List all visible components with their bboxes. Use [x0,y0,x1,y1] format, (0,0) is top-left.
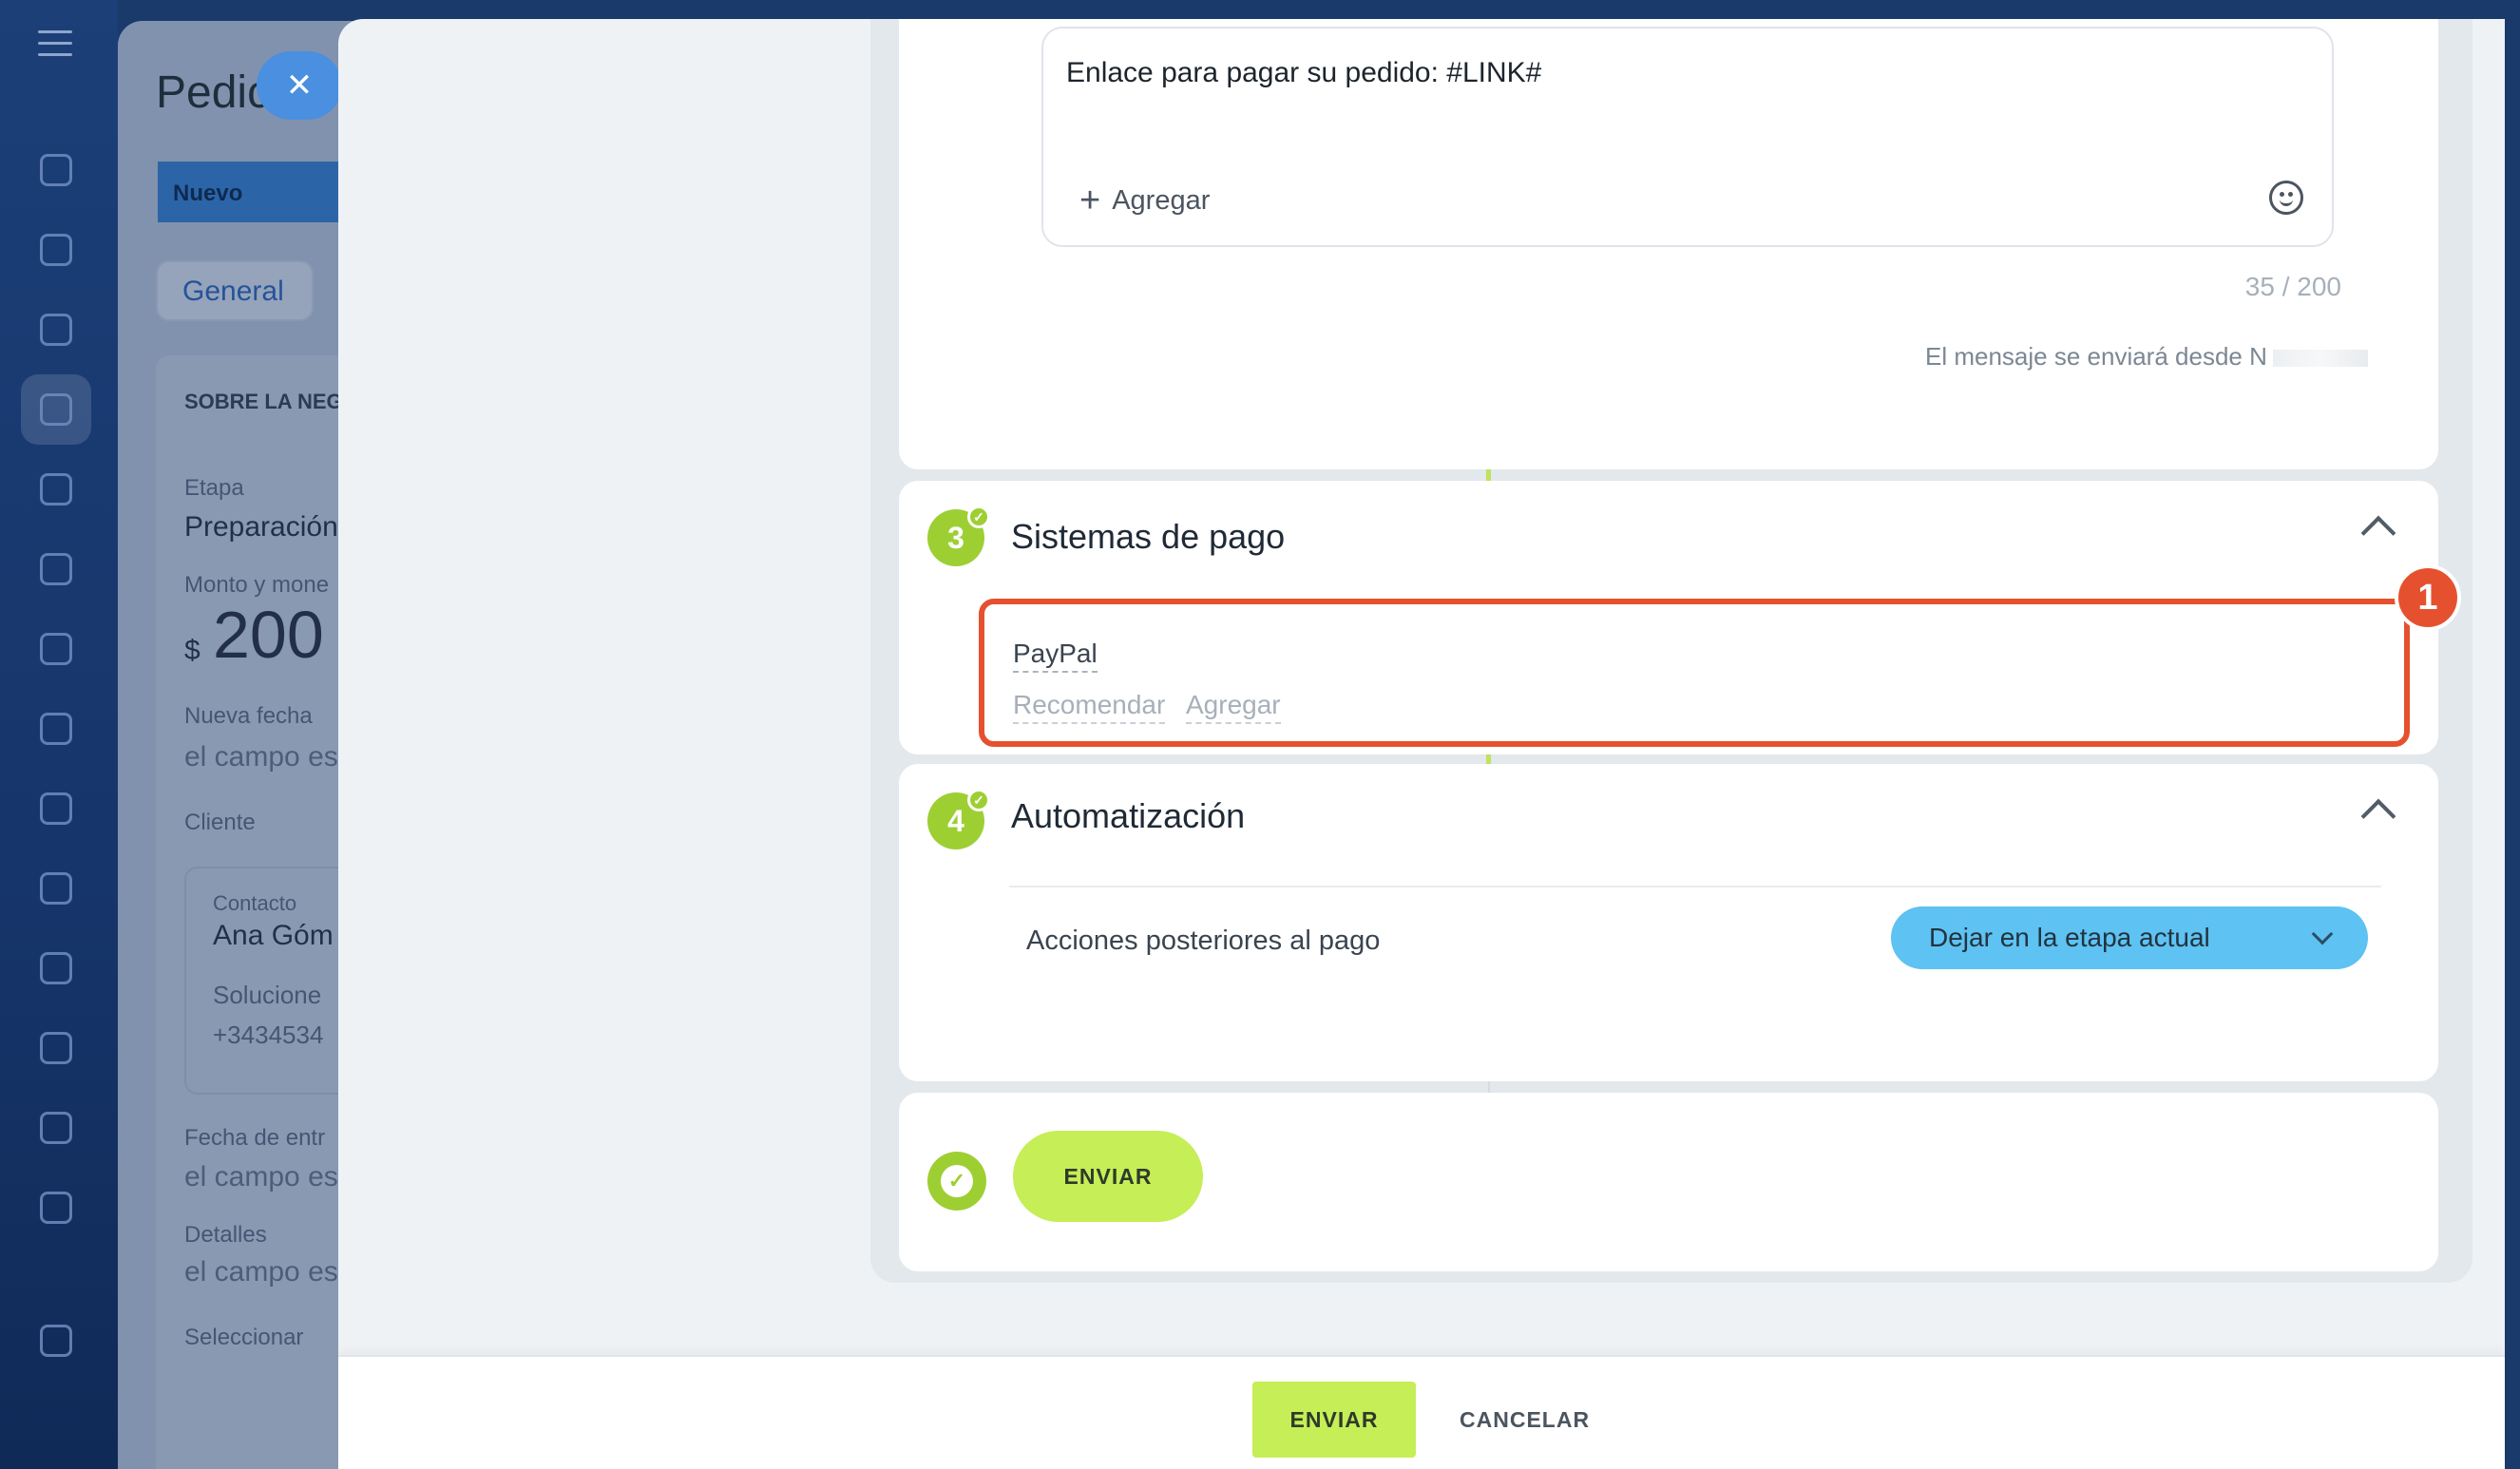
sidebar-document-icon[interactable] [21,773,91,844]
step-number-text: 4 [947,803,964,838]
add-label: Agregar [1112,185,1211,216]
chevron-up-icon[interactable] [2360,798,2396,834]
payment-system-paypal[interactable]: PayPal [1013,639,1098,673]
sidebar-calendar-icon[interactable] [21,614,91,684]
sender-blurred [2272,350,2368,368]
step-number-text: 3 [947,520,964,555]
recommend-link[interactable]: Recomendar [1013,690,1166,724]
sidebar-sales-icon[interactable] [21,374,91,445]
select-value: Dejar en la etapa actual [1929,923,2210,952]
sidebar-catalog-icon[interactable] [21,534,91,604]
emoji-icon[interactable] [2269,181,2303,215]
slider-footer: ENVIAR CANCELAR [338,1355,2505,1469]
sidebar-card-icon[interactable] [21,1093,91,1163]
add-payment-link[interactable]: Agregar [1186,690,1281,724]
send-step-card: ✓ ENVIAR [899,1093,2438,1271]
close-slider-button[interactable]: ✕ [257,51,342,120]
sender-info: El mensaje se enviará desde N [1925,342,2368,372]
annotation-badge: 1 [2395,564,2461,631]
sidebar-robot-icon[interactable] [21,694,91,764]
sidebar-contacts-icon[interactable] [21,1173,91,1243]
step-title: Sistemas de pago [1011,517,1286,556]
payment-slider: Enlace para pagar su pedido: #LINK# + Ag… [338,19,2505,1469]
step-done: ✓ [927,1152,986,1211]
message-card: Enlace para pagar su pedido: #LINK# + Ag… [899,19,2438,469]
sidebar-chat-icon[interactable] [21,295,91,365]
plus-icon: + [1079,181,1101,220]
sender-text: El mensaje se enviará desde N [1925,342,2267,371]
chevron-down-icon [2311,923,2334,945]
sidebar-store-icon[interactable] [21,454,91,525]
sidebar-presentation-icon[interactable] [21,1013,91,1083]
send-step-button[interactable]: ENVIAR [1013,1131,1203,1222]
app-sidebar [0,0,118,1469]
sidebar-shop-icon[interactable] [21,853,91,924]
check-icon: ✓ [967,506,990,528]
menu-icon[interactable] [38,30,72,57]
check-icon: ✓ [967,789,990,811]
payment-systems-card: 3 ✓ Sistemas de pago PayPal Recomendar A… [899,481,2461,754]
add-variable-button[interactable]: + Agregar [1079,181,1210,221]
close-icon: ✕ [285,67,314,104]
sidebar-tasks-icon[interactable] [21,215,91,285]
post-payment-label: Acciones posteriores al pago [1026,925,1381,956]
sidebar-crm-icon[interactable] [21,135,91,205]
char-counter: 35 / 200 [2244,272,2341,301]
step-number: 3 ✓ [927,506,990,566]
cancel-button[interactable]: CANCELAR [1460,1382,1590,1458]
automation-card: 4 ✓ Automatización Acciones posteriores … [899,764,2438,1081]
send-button[interactable]: ENVIAR [1252,1382,1416,1458]
divider [1009,886,2381,887]
post-payment-select[interactable]: Dejar en la etapa actual [1891,906,2368,969]
sidebar-settings-icon[interactable] [21,1306,91,1376]
sidebar-target-icon[interactable] [21,933,91,1003]
message-editor[interactable]: Enlace para pagar su pedido: #LINK# + Ag… [1041,27,2334,247]
chevron-up-icon[interactable] [2360,515,2396,551]
step-title: Automatización [1011,796,1246,835]
highlight-frame [979,599,2410,747]
check-circle-icon: ✓ [941,1165,973,1197]
message-text[interactable]: Enlace para pagar su pedido: #LINK# [1066,57,1541,89]
step-number: 4 ✓ [927,789,990,849]
